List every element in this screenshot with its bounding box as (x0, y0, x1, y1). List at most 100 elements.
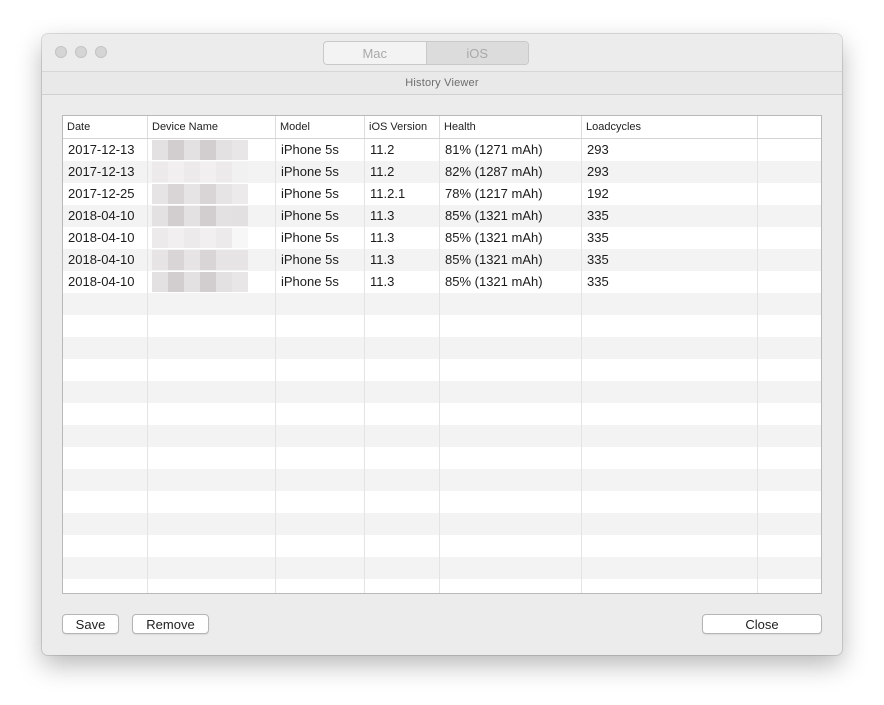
cell-empty (758, 491, 821, 513)
column-header-health[interactable]: Health (440, 116, 582, 138)
cell-loadcycles (582, 535, 758, 557)
table-row (63, 315, 821, 337)
cell-loadcycles (582, 337, 758, 359)
cell-device-name (148, 513, 276, 535)
column-header-device-name[interactable]: Device Name (148, 116, 276, 138)
cell-health (440, 491, 582, 513)
cell-ios-version: 11.2 (365, 139, 440, 161)
cell-loadcycles (582, 557, 758, 579)
zoom-window-icon[interactable] (95, 46, 107, 58)
cell-health: 85% (1321 mAh) (440, 205, 582, 227)
segment-mac[interactable]: Mac (324, 42, 426, 64)
table-row (63, 359, 821, 381)
cell-ios-version: 11.3 (365, 205, 440, 227)
cell-empty (758, 557, 821, 579)
cell-health: 82% (1287 mAh) (440, 161, 582, 183)
redacted-device-name (152, 228, 248, 248)
cell-model: iPhone 5s (276, 271, 365, 293)
table-row[interactable]: 2017-12-13 iPhone 5s 11.2 82% (1287 mAh) 293 (63, 161, 821, 183)
column-header-date[interactable]: Date (63, 116, 148, 138)
cell-loadcycles (582, 293, 758, 315)
column-header-empty (758, 116, 821, 138)
cell-loadcycles (582, 425, 758, 447)
cell-model (276, 293, 365, 315)
column-header-loadcycles[interactable]: Loadcycles (582, 116, 758, 138)
cell-model: iPhone 5s (276, 227, 365, 249)
cell-health (440, 381, 582, 403)
table-row[interactable]: 2018-04-10 iPhone 5s 11.3 85% (1321 mAh) 335 (63, 271, 821, 293)
cell-empty (758, 139, 821, 161)
cell-health (440, 557, 582, 579)
table-row (63, 403, 821, 425)
table-row (63, 337, 821, 359)
cell-date (63, 469, 148, 491)
cell-health: 81% (1271 mAh) (440, 139, 582, 161)
cell-device-name (148, 381, 276, 403)
table-header: Date Device Name Model iOS Version Healt… (63, 116, 821, 139)
cell-loadcycles (582, 403, 758, 425)
cell-loadcycles (582, 469, 758, 491)
cell-empty (758, 205, 821, 227)
cell-loadcycles (582, 359, 758, 381)
cell-model: iPhone 5s (276, 205, 365, 227)
redacted-device-name (152, 162, 248, 182)
cell-empty (758, 315, 821, 337)
cell-empty (758, 403, 821, 425)
cell-health: 85% (1321 mAh) (440, 271, 582, 293)
table-row[interactable]: 2018-04-10 iPhone 5s 11.3 85% (1321 mAh) 335 (63, 227, 821, 249)
cell-loadcycles (582, 513, 758, 535)
cell-ios-version: 11.3 (365, 271, 440, 293)
cell-ios-version (365, 337, 440, 359)
cell-date: 2018-04-10 (63, 249, 148, 271)
history-viewer-window: Mac iOS History Viewer Date Device Name … (42, 34, 842, 655)
cell-model: iPhone 5s (276, 183, 365, 205)
cell-empty (758, 513, 821, 535)
window-subtitle: History Viewer (405, 77, 479, 89)
subtitle-bar: History Viewer (42, 72, 842, 95)
cell-device-name (148, 315, 276, 337)
column-header-ios-version[interactable]: iOS Version (365, 116, 440, 138)
cell-date: 2017-12-13 (63, 161, 148, 183)
cell-device-name (148, 469, 276, 491)
table-row[interactable]: 2017-12-25 iPhone 5s 11.2.1 78% (1217 mAh) 1… (63, 183, 821, 205)
redacted-device-name (152, 140, 248, 160)
table-row[interactable]: 2017-12-13 iPhone 5s 11.2 81% (1271 mAh) 293 (63, 139, 821, 161)
cell-date (63, 403, 148, 425)
cell-date (63, 535, 148, 557)
close-button[interactable]: Close (702, 614, 822, 634)
table-row[interactable]: 2018-04-10 iPhone 5s 11.3 85% (1321 mAh) 335 (63, 205, 821, 227)
cell-date (63, 359, 148, 381)
cell-empty (758, 249, 821, 271)
cell-health (440, 315, 582, 337)
save-button[interactable]: Save (62, 614, 119, 634)
history-table[interactable]: Date Device Name Model iOS Version Healt… (62, 115, 822, 594)
cell-loadcycles: 335 (582, 227, 758, 249)
cell-date: 2017-12-13 (63, 139, 148, 161)
close-window-icon[interactable] (55, 46, 67, 58)
table-row (63, 425, 821, 447)
table-row (63, 447, 821, 469)
table-row[interactable]: 2018-04-10 iPhone 5s 11.3 85% (1321 mAh) 335 (63, 249, 821, 271)
cell-date (63, 337, 148, 359)
cell-date (63, 557, 148, 579)
cell-model (276, 513, 365, 535)
cell-device-name (148, 183, 276, 205)
cell-date (63, 447, 148, 469)
cell-date: 2018-04-10 (63, 271, 148, 293)
cell-health (440, 403, 582, 425)
cell-health (440, 425, 582, 447)
cell-loadcycles: 293 (582, 139, 758, 161)
cell-ios-version (365, 315, 440, 337)
cell-model (276, 337, 365, 359)
cell-date (63, 513, 148, 535)
minimize-window-icon[interactable] (75, 46, 87, 58)
column-header-model[interactable]: Model (276, 116, 365, 138)
cell-loadcycles: 293 (582, 161, 758, 183)
cell-ios-version (365, 557, 440, 579)
segment-ios[interactable]: iOS (425, 42, 528, 64)
remove-button[interactable]: Remove (132, 614, 209, 634)
cell-device-name (148, 557, 276, 579)
cell-device-name (148, 403, 276, 425)
cell-device-name (148, 579, 276, 593)
cell-loadcycles (582, 381, 758, 403)
